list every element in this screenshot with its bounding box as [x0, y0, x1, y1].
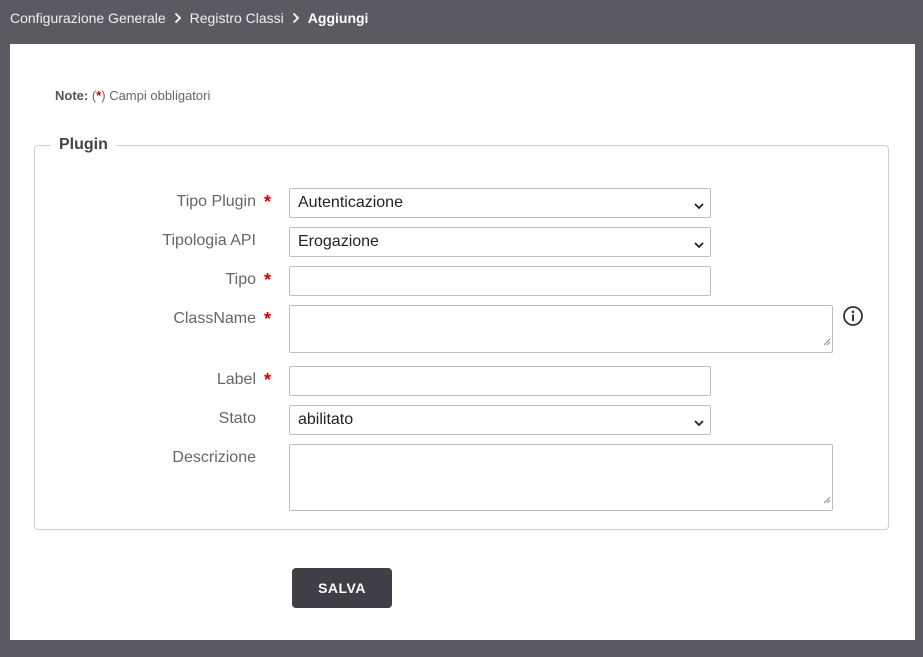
classname-label: ClassName — [173, 310, 256, 327]
tipo-label: Tipo — [225, 271, 256, 288]
chevron-down-icon — [694, 415, 704, 433]
tipo-plugin-select[interactable]: Autenticazione — [289, 188, 711, 218]
note-text: ) Campi obbligatori — [101, 88, 211, 103]
note-label: Note: — [55, 88, 89, 103]
breadcrumb-item-aggiungi: Aggiungi — [307, 10, 369, 26]
stato-select[interactable]: abilitato — [289, 405, 711, 435]
main-panel: Note: (*) Campi obbligatori Plugin Tipo … — [10, 44, 915, 640]
descrizione-label: Descrizione — [172, 449, 256, 466]
chevron-down-icon — [694, 237, 704, 255]
tipologia-api-value: Erogazione — [298, 233, 379, 250]
descrizione-textarea[interactable] — [289, 444, 833, 511]
breadcrumb-item-configurazione-generale[interactable]: Configurazione Generale — [10, 10, 166, 26]
tipologia-api-label: Tipologia API — [162, 232, 256, 249]
tipo-plugin-value: Autenticazione — [298, 194, 403, 211]
tipo-input[interactable] — [289, 266, 711, 296]
tipo-plugin-label: Tipo Plugin — [176, 193, 256, 210]
label-input[interactable] — [289, 366, 711, 396]
resize-handle-icon[interactable] — [823, 333, 831, 351]
save-button[interactable]: SALVA — [292, 568, 392, 608]
info-circle-icon[interactable] — [842, 305, 864, 332]
label-label: Label — [216, 371, 256, 388]
label-required-star: * — [264, 370, 272, 390]
plugin-fieldset: Plugin Tipo Plugin * Autenticazione Tipo… — [34, 136, 889, 530]
stato-value: abilitato — [298, 411, 354, 428]
chevron-down-icon — [694, 198, 704, 216]
chevron-right-icon — [292, 12, 300, 24]
required-fields-note: Note: (*) Campi obbligatori — [55, 88, 210, 103]
chevron-right-icon — [174, 12, 182, 24]
plugin-legend: Plugin — [59, 136, 108, 153]
classname-required-star: * — [264, 309, 272, 329]
tipo-required-star: * — [264, 270, 272, 290]
tipologia-api-select[interactable]: Erogazione — [289, 227, 711, 257]
resize-handle-icon[interactable] — [823, 491, 831, 509]
stato-label: Stato — [218, 410, 256, 427]
classname-textarea[interactable] — [289, 305, 833, 353]
breadcrumb-item-registro-classi[interactable]: Registro Classi — [190, 10, 284, 26]
tipo-plugin-required-star: * — [264, 192, 272, 212]
breadcrumb: Configurazione Generale Registro Classi … — [10, 0, 368, 36]
